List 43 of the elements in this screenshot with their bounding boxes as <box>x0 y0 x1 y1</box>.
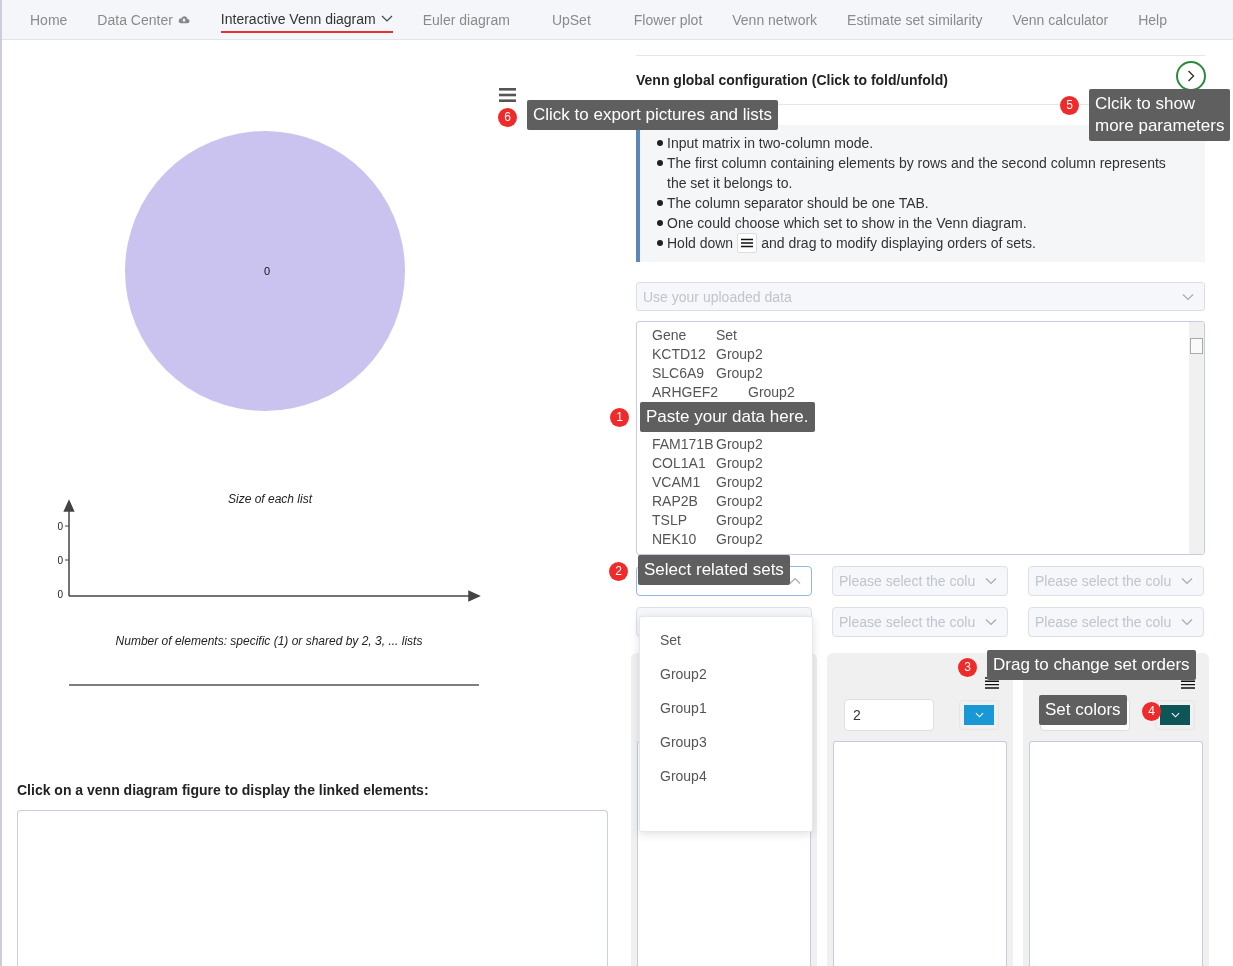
data-text: Group2 <box>748 383 796 402</box>
tooltip: Paste your data here. <box>640 402 815 432</box>
linked-elements-heading: Click on a venn diagram figure to display the linked elements: <box>17 782 430 798</box>
data-text: Gene <box>652 326 688 345</box>
step-number-badge: 6 <box>498 108 517 127</box>
instruction-text: The column separator should be one TAB. <box>667 194 930 213</box>
data-text: Group2 <box>716 492 764 511</box>
data-text: COL1A1 <box>652 454 707 473</box>
axis-label: 0 <box>57 589 63 600</box>
instruction-text: and drag to modify displaying orders of sets. <box>761 234 1036 253</box>
data-text: FAM171B <box>652 435 715 454</box>
tooltip: Select related sets <box>638 555 790 585</box>
data-text: Group2 <box>716 473 764 492</box>
axis-label: 0 <box>57 521 63 532</box>
tooltip: Set colors <box>1039 695 1127 725</box>
data-text: Set <box>716 326 738 345</box>
step-number-badge: 2 <box>609 562 628 581</box>
data-text: SLC6A9 <box>652 364 706 383</box>
chart-title: Size of each list <box>228 492 312 506</box>
data-text: Group2 <box>716 511 764 530</box>
axis-label: 0 <box>57 555 63 566</box>
step-number-badge: 1 <box>610 408 629 427</box>
tooltip: Clcik to show more parameters <box>1089 89 1231 141</box>
data-text: Group2 <box>716 435 764 454</box>
data-text: TSLP <box>652 511 688 530</box>
instruction-text: Input matrix in two-column mode. <box>667 134 875 153</box>
instruction-text: Hold down <box>667 234 734 253</box>
data-text: RAP2B <box>652 492 699 511</box>
data-text: KCTD12 <box>652 345 707 364</box>
data-text: VCAM1 <box>652 473 702 492</box>
data-text: Group2 <box>716 345 764 364</box>
tooltip: Drag to change set orders <box>987 650 1196 680</box>
chart-xlabel: Number of elements: specific (1) or shared by 2, 3, ... lists <box>115 634 423 648</box>
instruction-text: The first column containing elements by rows and the second column represents the set it belongs to. <box>667 154 1167 193</box>
data-text: Group2 <box>716 530 764 549</box>
step-number-badge: 5 <box>1060 96 1079 115</box>
tooltip: Click to export pictures and lists <box>527 100 779 130</box>
instruction-text: One could choose which set to show in the Venn diagram. <box>667 214 1028 233</box>
data-text: NEK10 <box>652 530 698 549</box>
data-text: Group2 <box>716 364 764 383</box>
data-text: ARHGEF2 <box>652 383 720 402</box>
venn-count: 0 <box>263 265 271 277</box>
data-text: Group2 <box>716 454 764 473</box>
